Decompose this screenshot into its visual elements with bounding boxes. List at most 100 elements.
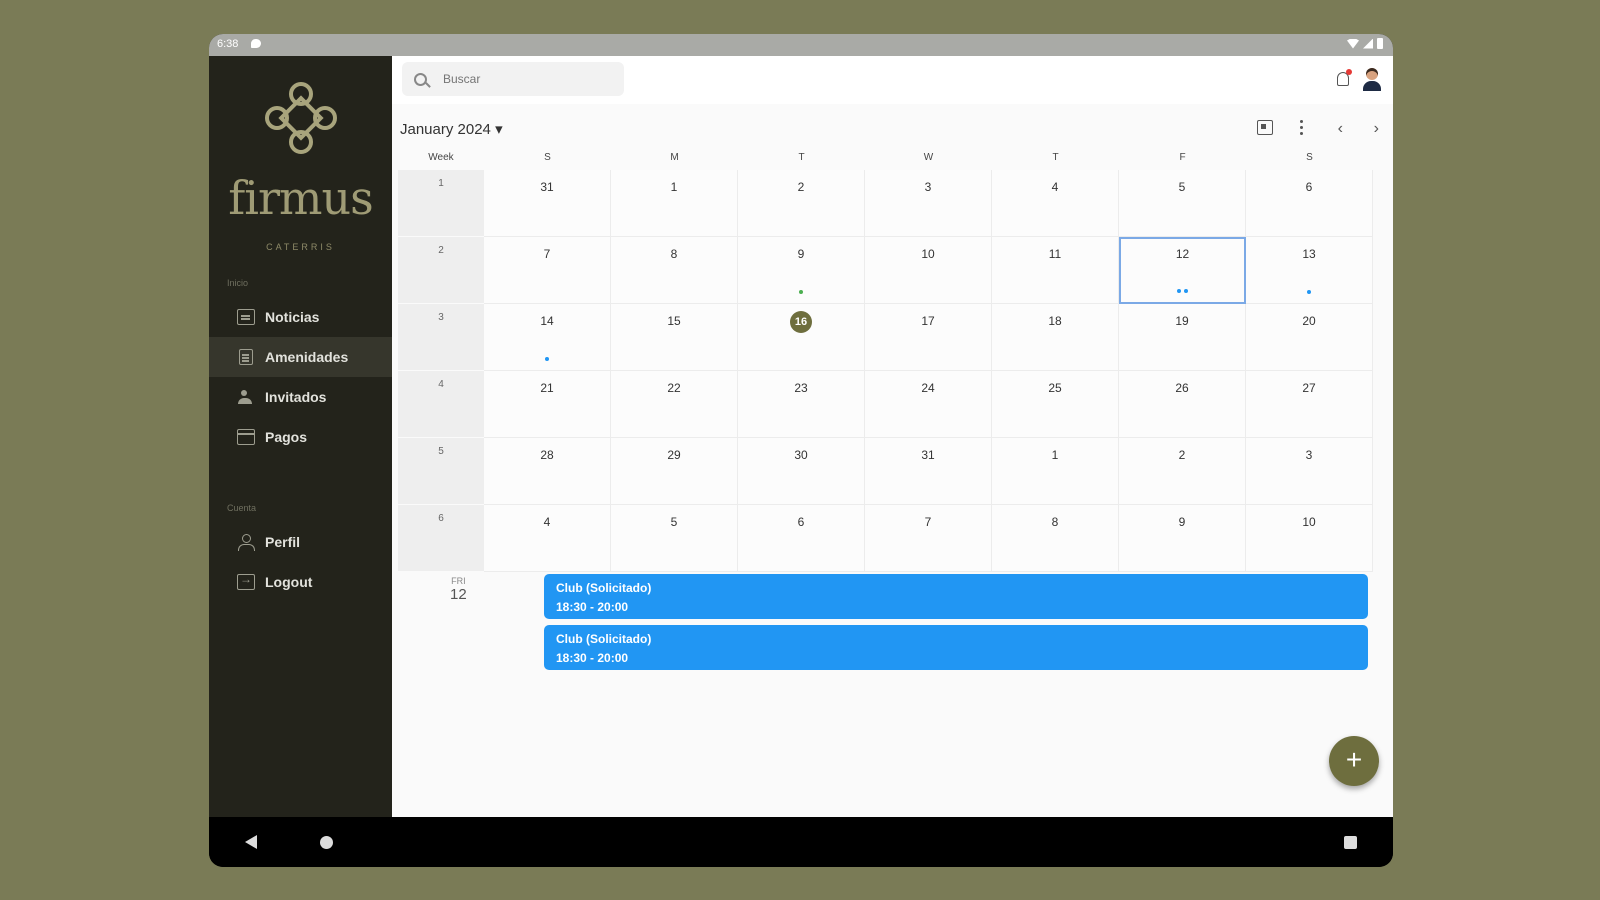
sidebar-item-label: Noticias bbox=[265, 309, 320, 325]
person-icon bbox=[237, 534, 255, 551]
calendar-day-cell[interactable]: 3 bbox=[865, 170, 992, 237]
calendar-day-cell[interactable]: 10 bbox=[865, 237, 992, 304]
home-icon[interactable] bbox=[320, 836, 333, 849]
calendar-day-cell[interactable]: 20 bbox=[1246, 304, 1373, 371]
signal-icon bbox=[1363, 38, 1373, 49]
event-markers bbox=[738, 290, 864, 294]
event-card[interactable]: Club (Solicitado) 18:30 - 20:00 bbox=[544, 574, 1368, 619]
event-card[interactable]: Club (Solicitado) 18:30 - 20:00 bbox=[544, 625, 1368, 670]
card-icon bbox=[237, 429, 255, 445]
calendar-day-cell[interactable]: 1 bbox=[611, 170, 738, 237]
calendar-day-cell[interactable]: 17 bbox=[865, 304, 992, 371]
calendar-day-cell[interactable]: 1 bbox=[992, 438, 1119, 505]
day-number: 23 bbox=[794, 381, 808, 395]
sidebar-item-logout[interactable]: Logout bbox=[209, 562, 392, 602]
calendar-day-cell[interactable]: 7 bbox=[865, 505, 992, 572]
calendar-day-cell[interactable]: 14 bbox=[484, 304, 611, 371]
calendar-day-cell[interactable]: 11 bbox=[992, 237, 1119, 304]
calendar-day-cell[interactable]: 13 bbox=[1246, 237, 1373, 304]
add-button[interactable]: + bbox=[1329, 736, 1379, 786]
calendar-day-cell[interactable]: 24 bbox=[865, 371, 992, 438]
calendar-day-cell[interactable]: 25 bbox=[992, 371, 1119, 438]
sidebar-item-amenidades[interactable]: Amenidades bbox=[209, 337, 392, 377]
top-bar bbox=[392, 56, 1393, 104]
status-icons bbox=[1347, 38, 1383, 49]
back-icon[interactable] bbox=[245, 835, 257, 849]
calendar-day-cell[interactable]: 23 bbox=[738, 371, 865, 438]
calendar-day-cell[interactable]: 3 bbox=[1246, 438, 1373, 505]
calendar-day-cell[interactable]: 5 bbox=[611, 505, 738, 572]
day-number: 3 bbox=[1305, 448, 1313, 462]
calendar-day-cell[interactable]: 4 bbox=[992, 170, 1119, 237]
day-number: 1 bbox=[670, 180, 678, 194]
day-number: 30 bbox=[794, 448, 808, 462]
calendar-day-cell[interactable]: 31 bbox=[484, 170, 611, 237]
day-number: 14 bbox=[540, 314, 554, 328]
calendar-day-cell[interactable]: 30 bbox=[738, 438, 865, 505]
chevron-left-icon[interactable]: ‹ bbox=[1338, 120, 1343, 138]
calendar-day-cell[interactable]: 18 bbox=[992, 304, 1119, 371]
event-dot bbox=[545, 357, 549, 361]
day-number: 13 bbox=[1302, 247, 1316, 261]
calendar-day-cell[interactable]: 29 bbox=[611, 438, 738, 505]
calendar-day-cell[interactable]: 4 bbox=[484, 505, 611, 572]
calendar-day-cell[interactable]: 9 bbox=[738, 237, 865, 304]
calendar-day-cell[interactable]: 28 bbox=[484, 438, 611, 505]
battery-icon bbox=[1377, 38, 1383, 49]
search-box[interactable] bbox=[402, 62, 624, 96]
day-number: 25 bbox=[1048, 381, 1062, 395]
day-number: 8 bbox=[1051, 515, 1059, 529]
day-number: 31 bbox=[540, 180, 554, 194]
calendar-today-icon[interactable] bbox=[1257, 120, 1273, 135]
calendar-week-row: 5 28 29 30 31 1 2 3 bbox=[398, 438, 1374, 505]
calendar-day-cell[interactable]: 9 bbox=[1119, 505, 1246, 572]
calendar-day-cell[interactable]: 16 bbox=[738, 304, 865, 371]
search-input[interactable] bbox=[443, 72, 613, 86]
day-number: 5 bbox=[670, 515, 678, 529]
calendar-day-cell[interactable]: 21 bbox=[484, 371, 611, 438]
sidebar-item-pagos[interactable]: Pagos bbox=[209, 417, 392, 457]
sidebar-item-label: Pagos bbox=[265, 429, 308, 445]
month-selector[interactable]: January 2024 ▾ bbox=[400, 120, 503, 138]
calendar-day-cell[interactable]: 5 bbox=[1119, 170, 1246, 237]
day-header: S bbox=[1306, 152, 1313, 163]
day-number: 21 bbox=[540, 381, 554, 395]
calendar-day-cell[interactable]: 19 bbox=[1119, 304, 1246, 371]
calendar-day-cell[interactable]: 27 bbox=[1246, 371, 1373, 438]
calendar-day-cell[interactable]: 2 bbox=[738, 170, 865, 237]
sidebar-item-label: Logout bbox=[265, 574, 313, 590]
calendar-day-cell[interactable]: 8 bbox=[992, 505, 1119, 572]
agenda-day-of-week: FRI bbox=[451, 576, 466, 586]
calendar-day-cell[interactable]: 31 bbox=[865, 438, 992, 505]
day-number: 9 bbox=[1178, 515, 1186, 529]
sidebar-item-invitados[interactable]: Invitados bbox=[209, 377, 392, 417]
month-calendar: Week S M T W T F S 1 31 1 2 3 4 5 6 2 7 8 9 10 11 12 13… bbox=[398, 152, 1374, 572]
calendar-day-cell[interactable]: 2 bbox=[1119, 438, 1246, 505]
sidebar-item-noticias[interactable]: Noticias bbox=[209, 297, 392, 337]
calendar-day-cell[interactable]: 6 bbox=[738, 505, 865, 572]
recents-icon[interactable] bbox=[1344, 836, 1357, 849]
avatar[interactable] bbox=[1363, 68, 1381, 92]
day-number: 31 bbox=[921, 448, 935, 462]
people-icon bbox=[237, 389, 255, 405]
day-number: 6 bbox=[1305, 180, 1313, 194]
calendar-day-cell[interactable]: 15 bbox=[611, 304, 738, 371]
sidebar-item-perfil[interactable]: Perfil bbox=[209, 522, 392, 562]
chevron-right-icon[interactable]: › bbox=[1374, 120, 1379, 138]
event-time: 18:30 - 20:00 bbox=[556, 651, 629, 665]
more-vertical-icon[interactable] bbox=[1300, 120, 1304, 136]
calendar-day-cell[interactable]: 7 bbox=[484, 237, 611, 304]
calendar-day-cell[interactable]: 10 bbox=[1246, 505, 1373, 572]
calendar-day-cell[interactable]: 6 bbox=[1246, 170, 1373, 237]
day-header: S bbox=[544, 152, 551, 163]
calendar-day-cell[interactable]: 26 bbox=[1119, 371, 1246, 438]
section-label-main: Inicio bbox=[227, 278, 249, 288]
day-number: 18 bbox=[1048, 314, 1062, 328]
calendar-day-cell[interactable]: 8 bbox=[611, 237, 738, 304]
calendar-day-cell[interactable]: 22 bbox=[611, 371, 738, 438]
agenda-day-number: 12 bbox=[450, 586, 467, 603]
notification-bell-icon[interactable] bbox=[1337, 69, 1352, 86]
day-number: 16 bbox=[790, 311, 812, 333]
week-number: 4 bbox=[398, 371, 484, 438]
calendar-day-cell[interactable]: 12 bbox=[1119, 237, 1246, 304]
